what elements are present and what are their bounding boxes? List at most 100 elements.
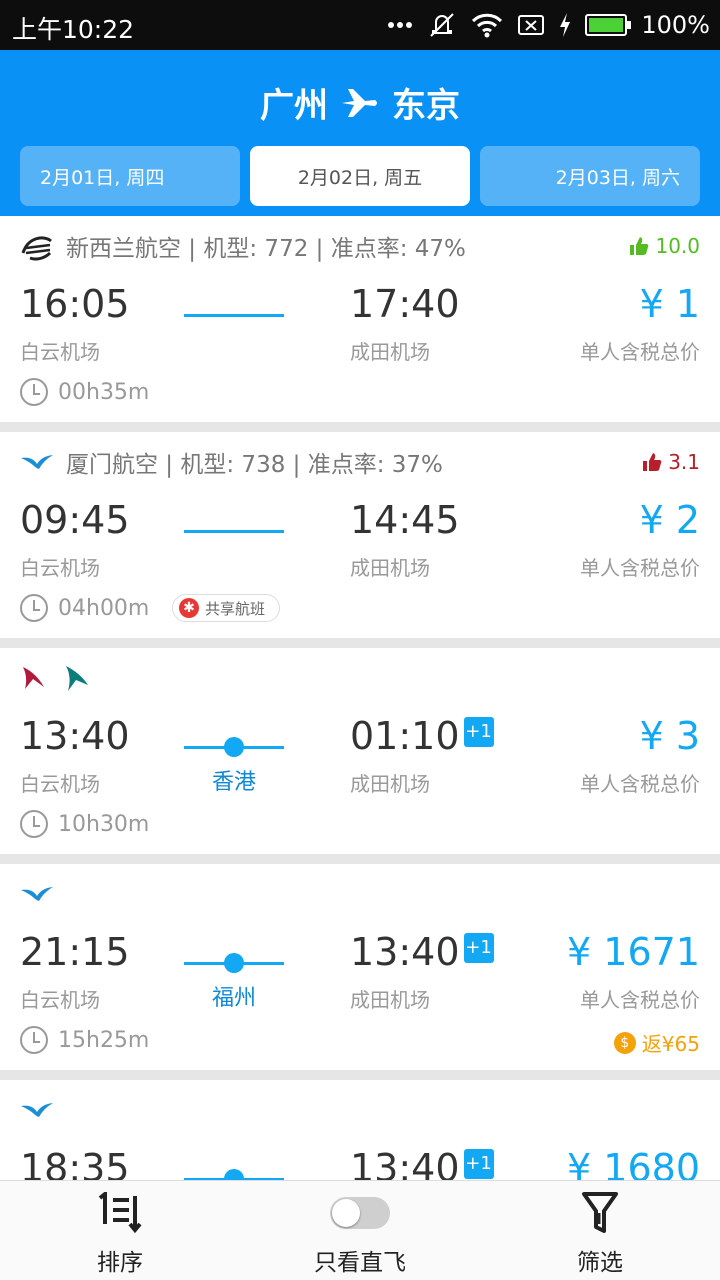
battery-percent: 100% xyxy=(641,11,710,39)
departure-airport: 白云机场 xyxy=(20,772,100,796)
flight-card[interactable]: 21:15 白云机场 福州 13:40 +1 成田机场 ¥ 1671 单人含税总… xyxy=(0,864,720,1070)
destination-city: 东京 xyxy=(392,86,460,126)
direct-only-toggle[interactable]: 只看直飞 xyxy=(240,1181,480,1280)
codeshare-badge: ✱ 共享航班 xyxy=(172,594,281,622)
price-label: 单人含税总价 xyxy=(580,988,700,1012)
stopover-city: 香港 xyxy=(211,770,256,795)
arrival-time: 13:40 +1 xyxy=(350,1146,494,1180)
route-line xyxy=(184,314,284,317)
dollar-coin-icon: $ xyxy=(613,1031,636,1054)
route-title: 广州 东京 xyxy=(0,78,720,127)
duration-text: 15h25m xyxy=(58,1027,150,1053)
clock-icon xyxy=(20,810,48,838)
arrival-time-text: 01:10 xyxy=(350,714,460,758)
thumbs-up-icon xyxy=(630,237,649,255)
arrival-airport: 成田机场 xyxy=(350,988,430,1012)
cathay-pacific-logo-icon xyxy=(66,666,88,691)
next-day-badge: +1 xyxy=(463,933,494,963)
status-bar: 上午10:22 100% xyxy=(0,0,720,50)
duration-text: 10h30m xyxy=(58,811,150,837)
price: ¥ 1671 xyxy=(567,930,700,974)
next-day-badge: +1 xyxy=(463,717,494,747)
price: ¥ 2 xyxy=(639,498,700,542)
codeshare-label: 共享航班 xyxy=(205,599,266,618)
cashback-badge: $ 返¥65 xyxy=(613,1028,700,1057)
price: ¥ 1 xyxy=(639,282,700,326)
price-label: 单人含税总价 xyxy=(580,772,700,796)
duration-text: 00h35m xyxy=(58,379,150,405)
departure-time: 09:45 xyxy=(20,498,130,542)
rating-value: 10.0 xyxy=(655,234,700,258)
arrival-time-text: 14:45 xyxy=(350,498,460,542)
departure-time: 13:40 xyxy=(20,714,130,758)
sort-button[interactable]: 排序 xyxy=(0,1181,240,1280)
departure-airport: 白云机场 xyxy=(20,556,100,580)
duration: 04h00m xyxy=(20,594,149,622)
departure-airport: 白云机场 xyxy=(20,340,100,364)
rating: 3.1 xyxy=(642,450,700,474)
wifi-icon xyxy=(472,13,503,38)
battery-icon xyxy=(585,14,632,36)
price-label: 单人含税总价 xyxy=(580,556,700,580)
status-icons: 100% xyxy=(387,8,710,42)
rating: 10.0 xyxy=(629,234,700,258)
air-china-logo-icon xyxy=(23,667,44,689)
air-new-zealand-logo-icon xyxy=(21,236,52,261)
arrival-time: 01:10 +1 xyxy=(350,714,494,758)
origin-city: 广州 xyxy=(260,86,328,126)
airline-info: 厦门航空 | 机型: 738 | 准点率: 37% xyxy=(20,446,443,478)
flight-card[interactable]: 13:40 白云机场 香港 01:10 +1 成田机场 ¥ 3 单人含税总价 1… xyxy=(0,648,720,854)
date-tab-next[interactable]: 2月03日, 周六 xyxy=(480,146,700,206)
arrival-airport: 成田机场 xyxy=(350,556,430,580)
arrival-time: 17:40 xyxy=(350,282,460,326)
departure-time: 18:35 xyxy=(20,1146,130,1180)
status-time: 上午10:22 xyxy=(12,15,135,44)
filter-icon xyxy=(582,1192,618,1233)
duration: 00h35m xyxy=(20,378,149,406)
arrival-time: 13:40 +1 xyxy=(350,930,494,974)
sort-label: 排序 xyxy=(97,1250,143,1276)
charging-icon xyxy=(560,13,571,37)
price: ¥ 1680 xyxy=(567,1146,700,1180)
date-tab-prev[interactable]: 2月01日, 周四 xyxy=(20,146,240,206)
toggle-switch[interactable] xyxy=(330,1197,390,1229)
route-line xyxy=(184,530,284,533)
flight-card[interactable]: 厦门航空 | 机型: 738 | 准点率: 37% 3.1 09:45 白云机场… xyxy=(0,432,720,638)
cashback-text: 返¥65 xyxy=(641,1032,700,1056)
duration: 15h25m xyxy=(20,1026,149,1054)
clock-icon xyxy=(20,594,48,622)
direct-only-label: 只看直飞 xyxy=(314,1250,406,1276)
flight-card[interactable]: 18:35 13:40 +1 ¥ 1680 xyxy=(0,1080,720,1180)
date-tab-selected[interactable]: 2月02日, 周五 xyxy=(250,146,470,206)
airline-info xyxy=(20,1094,54,1126)
arrival-time-text: 13:40 xyxy=(350,930,460,974)
flight-list[interactable]: 新西兰航空 | 机型: 772 | 准点率: 47% 10.0 16:05 白云… xyxy=(0,216,720,1180)
airline-info xyxy=(20,662,92,694)
flight-card[interactable]: 新西兰航空 | 机型: 772 | 准点率: 47% 10.0 16:05 白云… xyxy=(0,216,720,422)
mute-icon xyxy=(430,13,455,37)
sort-icon xyxy=(98,1192,142,1234)
stop-dot xyxy=(224,953,244,973)
arrival-time-text: 17:40 xyxy=(350,282,460,326)
filter-button[interactable]: 筛选 xyxy=(480,1181,720,1280)
stop-dot xyxy=(224,737,244,757)
price: ¥ 3 xyxy=(639,714,700,758)
xiamen-airlines-logo-icon xyxy=(21,1103,53,1117)
arrival-time-text: 13:40 xyxy=(350,1146,460,1180)
arrival-time: 14:45 xyxy=(350,498,460,542)
airline-info: 新西兰航空 | 机型: 772 | 准点率: 47% xyxy=(20,230,466,262)
departure-time: 21:15 xyxy=(20,930,130,974)
filter-label: 筛选 xyxy=(577,1250,623,1276)
no-sim-icon xyxy=(518,15,545,35)
clock-icon xyxy=(20,1026,48,1054)
bottom-toolbar: 排序 只看直飞 筛选 xyxy=(0,1180,720,1280)
header: 广州 东京 2月01日, 周四 2月02日, 周五 2月03日, 周六 xyxy=(0,50,720,216)
clock-icon xyxy=(20,378,48,406)
xiamen-airlines-logo-icon xyxy=(21,887,53,901)
departure-time: 16:05 xyxy=(20,282,130,326)
airline-text: 新西兰航空 | 机型: 772 | 准点率: 47% xyxy=(66,236,466,262)
stopover-city: 福州 xyxy=(211,986,256,1011)
rating-value: 3.1 xyxy=(668,450,700,474)
price-label: 单人含税总价 xyxy=(580,340,700,364)
arrival-airport: 成田机场 xyxy=(350,772,430,796)
